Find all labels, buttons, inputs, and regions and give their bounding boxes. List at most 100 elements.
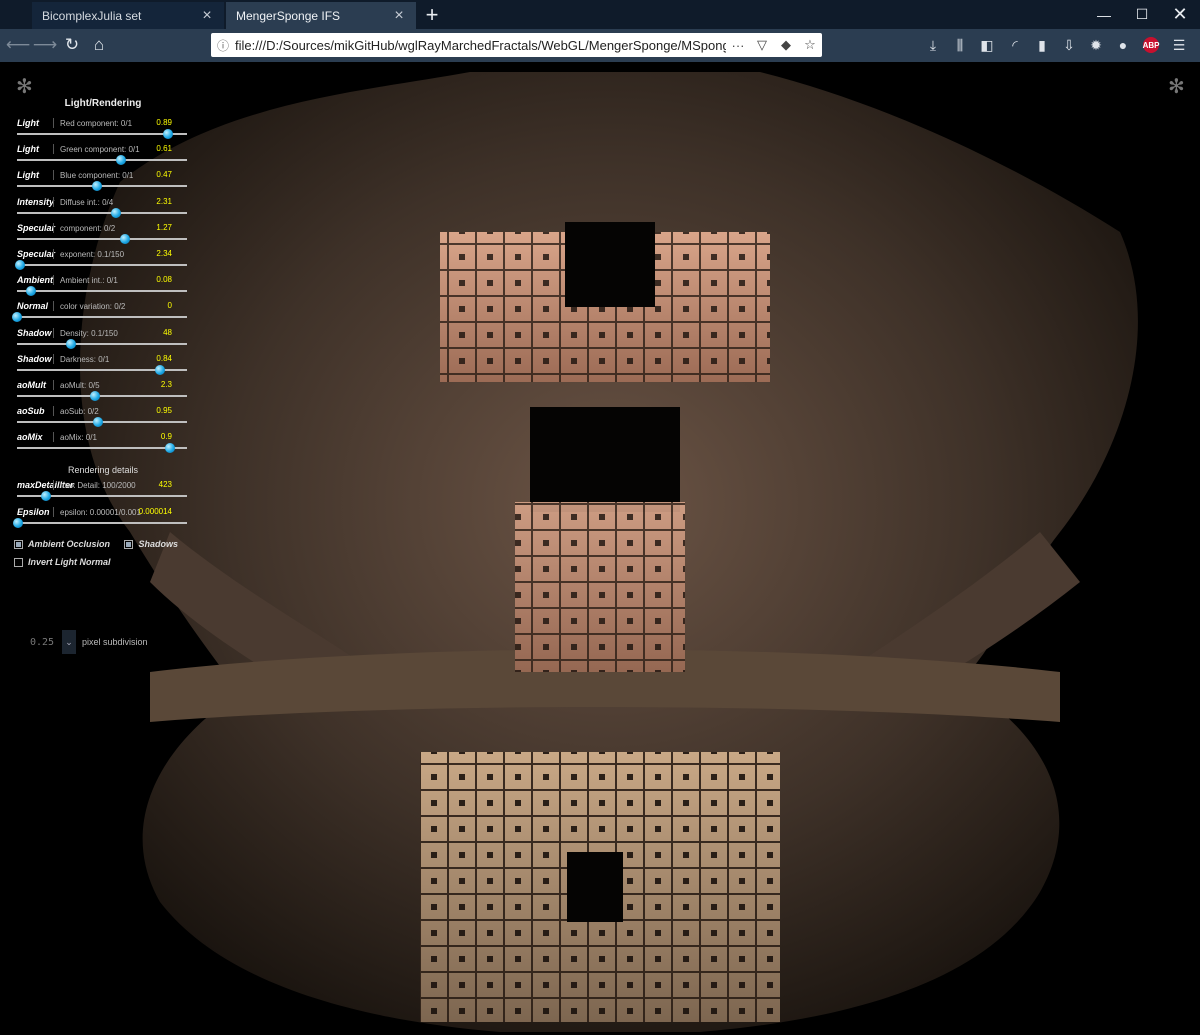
- divider: [53, 144, 54, 155]
- slider-row: Specular component: 0/2 1.27: [14, 220, 192, 246]
- tab-mengersponge[interactable]: MengerSponge IFS ×: [226, 2, 416, 29]
- slider-track[interactable]: [17, 290, 187, 293]
- checkbox-box[interactable]: [124, 539, 134, 549]
- download-arrow-icon[interactable]: ⇩: [1058, 35, 1080, 55]
- divider: [53, 275, 54, 286]
- slider-description: epsilon: 0.00001/0.001: [60, 507, 141, 517]
- slider-handle[interactable]: [12, 312, 22, 323]
- extension-icon[interactable]: ▮: [1031, 35, 1053, 55]
- gear-icon[interactable]: ✹: [1085, 35, 1107, 55]
- slider-track[interactable]: [17, 521, 187, 524]
- slider-value: 0.89: [156, 118, 172, 127]
- info-icon[interactable]: ⓘ: [217, 37, 235, 54]
- close-window-button[interactable]: ✕: [1158, 0, 1200, 29]
- slider-description: Blue component: 0/1: [60, 171, 134, 181]
- divider: [53, 248, 54, 259]
- bookmark-star-icon[interactable]: ☆: [798, 37, 822, 53]
- download-icon[interactable]: ⤓: [922, 35, 944, 55]
- slider-row: Ambient Ambient int.: 0/1 0.08: [14, 272, 192, 298]
- address-bar[interactable]: ⓘ file:///D:/Sources/mikGitHub/wglRayMar…: [211, 33, 822, 57]
- subdivision-value: 0.25: [30, 636, 55, 648]
- slider-track[interactable]: [17, 185, 187, 188]
- slider-row: aoSub aoSub: 0/2 0.95: [14, 403, 192, 429]
- invert-light-normal-checkbox[interactable]: Invert Light Normal: [14, 555, 111, 569]
- shadows-checkbox[interactable]: Shadows: [124, 537, 178, 551]
- library-icon[interactable]: ⫼: [949, 35, 971, 55]
- subdivision-label: pixel subdivision: [82, 637, 148, 647]
- slider-value: 0: [167, 301, 172, 311]
- abp-icon[interactable]: ABP: [1143, 37, 1159, 53]
- slider-track[interactable]: [17, 342, 187, 345]
- back-button[interactable]: ⟵: [5, 32, 31, 58]
- new-tab-button[interactable]: +: [418, 2, 446, 28]
- slider-track[interactable]: [17, 316, 187, 319]
- slider-row: aoMix aoMix: 0/1 0.9: [14, 429, 192, 455]
- slider-track[interactable]: [17, 211, 187, 214]
- slider-handle[interactable]: [163, 129, 174, 139]
- subdivision-dropdown[interactable]: ⌄: [62, 630, 76, 654]
- slider-handle[interactable]: [90, 390, 101, 401]
- slider-name: aoMult: [17, 379, 46, 390]
- divider: [53, 480, 54, 491]
- slider-handle[interactable]: [91, 181, 102, 192]
- slider-handle[interactable]: [154, 364, 165, 375]
- slider-description: Ambient int.: 0/1: [60, 276, 118, 286]
- slider-track[interactable]: [17, 263, 187, 266]
- slider-name: aoSub: [17, 406, 45, 417]
- divider: [53, 196, 54, 207]
- slider-value: 2.31: [156, 196, 172, 206]
- slider-track[interactable]: [17, 159, 187, 162]
- page-actions-icon[interactable]: ···: [726, 38, 750, 53]
- slider-handle[interactable]: [165, 443, 175, 454]
- slider-description: exponent: 0.1/150: [60, 249, 125, 259]
- slider-value: 0.61: [156, 144, 172, 154]
- slider-track[interactable]: [17, 237, 187, 240]
- slider-handle[interactable]: [119, 233, 130, 244]
- slider-handle[interactable]: [115, 155, 126, 166]
- tab-bicomplexjulia[interactable]: BicomplexJulia set ×: [32, 2, 224, 29]
- rendering-details-title: Rendering details: [67, 465, 139, 476]
- pixel-subdivision-control: 0.25 ⌄ pixel subdivision: [30, 630, 148, 654]
- slider-name: Light: [17, 118, 39, 128]
- slider-track[interactable]: [17, 394, 187, 397]
- ambient-occlusion-checkbox[interactable]: Ambient Occlusion: [14, 537, 110, 551]
- slider-track[interactable]: [17, 447, 187, 450]
- close-icon[interactable]: ×: [200, 7, 214, 25]
- tab-title: BicomplexJulia set: [42, 8, 142, 23]
- slider-row: Epsilon epsilon: 0.00001/0.001 0.000014: [12, 504, 192, 530]
- speedometer-icon[interactable]: ◜: [1004, 35, 1026, 55]
- home-button[interactable]: ⌂: [86, 32, 112, 58]
- slider-name: Light: [17, 144, 39, 155]
- sidebar-icon[interactable]: ◧: [976, 35, 998, 55]
- divider: [53, 379, 54, 390]
- detail-slider-list: maxDetailIter max Detail: 100/2000 423 Epsi…: [12, 477, 192, 530]
- colors-icon[interactable]: ●: [1112, 35, 1134, 55]
- extension-icon[interactable]: ◆: [774, 37, 798, 53]
- slider-track[interactable]: [17, 133, 187, 135]
- chevron-down-icon: ⌄: [65, 636, 73, 647]
- tab-title: MengerSponge IFS: [236, 8, 341, 23]
- checkbox-box[interactable]: [14, 539, 23, 549]
- slider-row: Light Red component: 0/1 0.89: [14, 115, 192, 141]
- url-text[interactable]: file:///D:/Sources/mikGitHub/wglRayMarch…: [235, 38, 726, 53]
- slider-handle[interactable]: [14, 259, 25, 270]
- slider-value: 0.47: [156, 170, 172, 180]
- slider-handle[interactable]: [40, 491, 51, 502]
- menu-icon[interactable]: ☰: [1168, 35, 1190, 55]
- slider-handle[interactable]: [12, 517, 23, 528]
- slider-description: Density: 0.1/150: [60, 328, 118, 338]
- forward-button[interactable]: ⟶: [32, 32, 58, 58]
- slider-name: Ambient: [17, 275, 53, 286]
- slider-description: aoSub: 0/2: [60, 407, 99, 417]
- slider-handle[interactable]: [92, 417, 103, 428]
- toggle-panel-icon[interactable]: ✻: [16, 74, 33, 99]
- slider-handle[interactable]: [25, 286, 36, 297]
- close-icon[interactable]: ×: [392, 7, 406, 25]
- checkbox-box[interactable]: [14, 557, 23, 567]
- slider-handle[interactable]: [110, 207, 121, 218]
- slider-handle[interactable]: [66, 338, 77, 349]
- pocket-icon[interactable]: ▽: [750, 37, 774, 53]
- reload-button[interactable]: ↻: [59, 32, 85, 58]
- toggle-panel-icon-right[interactable]: ✻: [1168, 74, 1185, 99]
- nav-toolbar: ⟵ ⟶ ↻ ⌂ ⓘ file:///D:/Sources/mikGitHub/w…: [0, 29, 1200, 62]
